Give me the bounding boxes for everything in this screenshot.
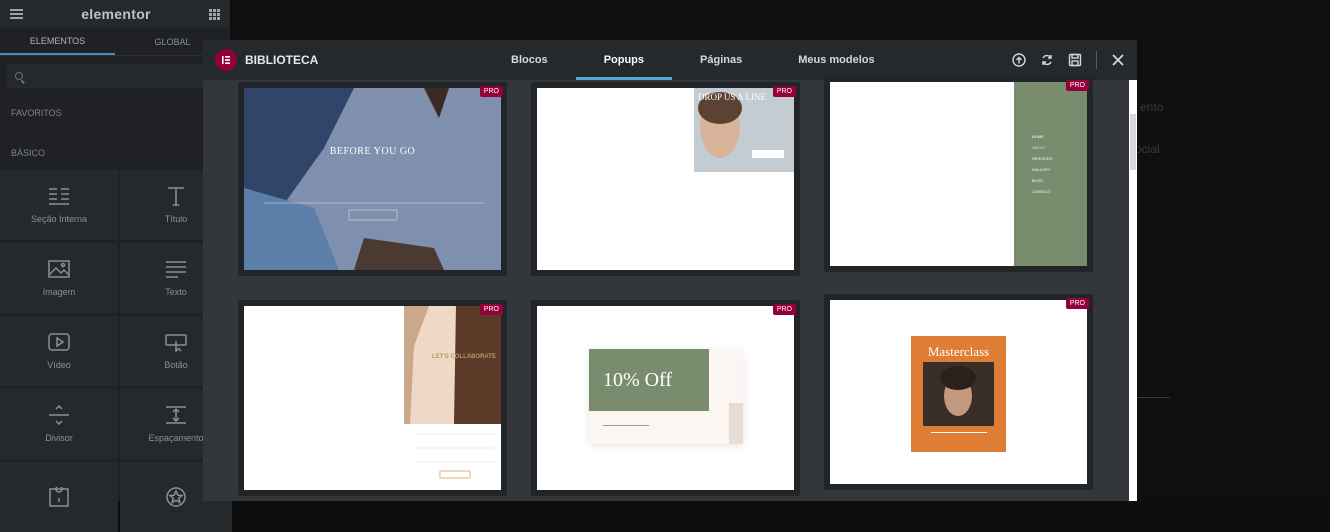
widget-inner-section[interactable]: Seção Interna	[0, 170, 118, 240]
tab-my-templates[interactable]: Meus modelos	[770, 40, 902, 80]
template-thumbnail: DROP US A LINE	[537, 88, 794, 270]
video-icon	[47, 332, 71, 352]
template-thumbnail: BEFORE YOU GO	[244, 88, 501, 270]
pro-badge: PRO	[1065, 298, 1089, 309]
template-accent-panel: 10% Off	[589, 349, 709, 411]
template-menu-item: SERVICES	[1032, 156, 1053, 161]
widget-label: Imagem	[42, 287, 76, 297]
elementor-sidebar: elementor ELEMENTOS GLOBAL FAVORITOS BÁS…	[0, 0, 232, 532]
template-card[interactable]: LET'S COLLABORATE PRO	[238, 300, 507, 496]
template-menu-item: HOME	[1032, 134, 1044, 139]
sidebar-header: elementor	[0, 0, 230, 28]
tab-popups[interactable]: Popups	[575, 40, 673, 80]
template-card[interactable]: DROP US A LINE PRO	[531, 82, 800, 276]
pro-badge: PRO	[1065, 80, 1089, 91]
text-editor-icon	[164, 259, 188, 279]
section-favorites[interactable]: FAVORITOS	[0, 108, 62, 118]
background-text: ocial	[1135, 142, 1160, 156]
template-menu-item: BLOG	[1032, 178, 1044, 183]
elementor-logo: elementor	[81, 6, 151, 22]
google-maps-icon	[47, 485, 71, 507]
pro-badge: PRO	[479, 304, 503, 315]
close-icon[interactable]	[1111, 53, 1125, 67]
save-icon[interactable]	[1068, 53, 1082, 67]
upload-icon[interactable]	[1012, 53, 1026, 67]
widget-label: Título	[164, 214, 188, 224]
pro-badge: PRO	[772, 304, 796, 315]
template-menu-item: CONTACT	[1032, 189, 1052, 194]
tab-pages[interactable]: Páginas	[672, 40, 770, 80]
widget-label: Botão	[164, 360, 188, 370]
widget-image[interactable]: Imagem	[0, 243, 118, 313]
tab-blocks[interactable]: Blocos	[483, 40, 576, 80]
modal-toolbar	[1012, 40, 1125, 80]
widget-label: Divisor	[45, 433, 73, 443]
widget-search-input[interactable]	[7, 64, 223, 88]
toolbar-divider	[1096, 51, 1097, 69]
modal-title: BIBLIOTECA	[245, 53, 319, 67]
heading-icon	[164, 186, 188, 206]
modal-header: BIBLIOTECA Blocos Popups Páginas Meus mo…	[203, 40, 1137, 80]
template-card[interactable]: BEFORE YOU GO PRO	[238, 82, 507, 276]
section-basic[interactable]: BÁSICO	[0, 148, 45, 158]
template-side-menu: HOME ABOUT SERVICES GALLERY BLOG CONTACT	[1014, 82, 1087, 266]
background-text: ento	[1140, 100, 1164, 114]
template-thumbnail: LET'S COLLABORATE	[244, 306, 501, 490]
template-thumbnail: HOME ABOUT SERVICES GALLERY BLOG CONTACT	[830, 82, 1087, 266]
hamburger-menu-icon[interactable]	[10, 9, 23, 19]
template-heading: LET'S COLLABORATE	[432, 354, 496, 360]
sidebar-tabs: ELEMENTOS GLOBAL	[0, 28, 230, 56]
template-preview-image	[404, 306, 501, 479]
button-icon	[164, 332, 188, 353]
template-card[interactable]: Masterclass PRO	[824, 294, 1093, 490]
template-menu-item: ABOUT	[1032, 145, 1046, 150]
template-menu-item: GALLERY	[1032, 167, 1051, 172]
widget-label: Vídeo	[47, 360, 71, 370]
template-card[interactable]: 10% Off PRO	[531, 300, 800, 496]
widget-label: Texto	[165, 287, 187, 297]
template-heading: Masterclass	[927, 344, 990, 359]
template-decor	[729, 403, 743, 444]
template-popup-panel: 10% Off	[589, 349, 743, 444]
icon-widget-icon	[164, 487, 188, 507]
tab-elements[interactable]: ELEMENTOS	[0, 28, 115, 55]
template-preview-image	[923, 362, 994, 426]
template-card[interactable]: HOME ABOUT SERVICES GALLERY BLOG CONTACT…	[824, 76, 1093, 272]
divider-icon	[47, 404, 71, 426]
search-icon	[15, 72, 23, 80]
template-thumbnail: 10% Off	[537, 306, 794, 490]
template-heading: 10% Off	[603, 369, 673, 391]
apps-grid-icon[interactable]	[209, 8, 220, 20]
scrollbar-thumb[interactable]	[1130, 114, 1136, 170]
modal-scrollbar[interactable]	[1129, 80, 1137, 501]
library-tabs: Blocos Popups Páginas Meus modelos	[483, 40, 903, 80]
template-divider	[931, 432, 987, 433]
template-heading: BEFORE YOU GO	[329, 146, 416, 157]
widget-label: Seção Interna	[30, 214, 88, 224]
widget-video[interactable]: Vídeo	[0, 316, 118, 386]
template-heading: DROP US A LINE	[698, 92, 766, 102]
widget-grid: Seção Interna Título Imagem Texto Vídeo	[0, 170, 232, 532]
sync-icon[interactable]	[1040, 53, 1054, 67]
spacer-icon	[164, 405, 188, 425]
pro-badge: PRO	[772, 86, 796, 97]
template-menu-list: HOME ABOUT SERVICES GALLERY BLOG CONTACT	[1032, 134, 1052, 194]
pro-badge: PRO	[479, 86, 503, 97]
widget-divider[interactable]: Divisor	[0, 389, 118, 459]
widget-label: Espaçamento	[148, 433, 204, 443]
elementor-logo-icon	[215, 49, 237, 71]
template-thumbnail: Masterclass	[830, 300, 1087, 484]
template-library-modal: BIBLIOTECA Blocos Popups Páginas Meus mo…	[203, 40, 1137, 501]
widget-google-maps[interactable]	[0, 462, 118, 532]
background-divider	[1135, 397, 1170, 398]
template-popup-panel: Masterclass	[911, 336, 1006, 452]
library-brand: BIBLIOTECA	[203, 49, 318, 71]
template-popup-panel: DROP US A LINE	[694, 88, 794, 172]
image-icon	[47, 259, 71, 279]
template-input-line	[603, 425, 649, 426]
template-preview-image	[244, 88, 501, 270]
inner-section-icon	[47, 186, 71, 206]
